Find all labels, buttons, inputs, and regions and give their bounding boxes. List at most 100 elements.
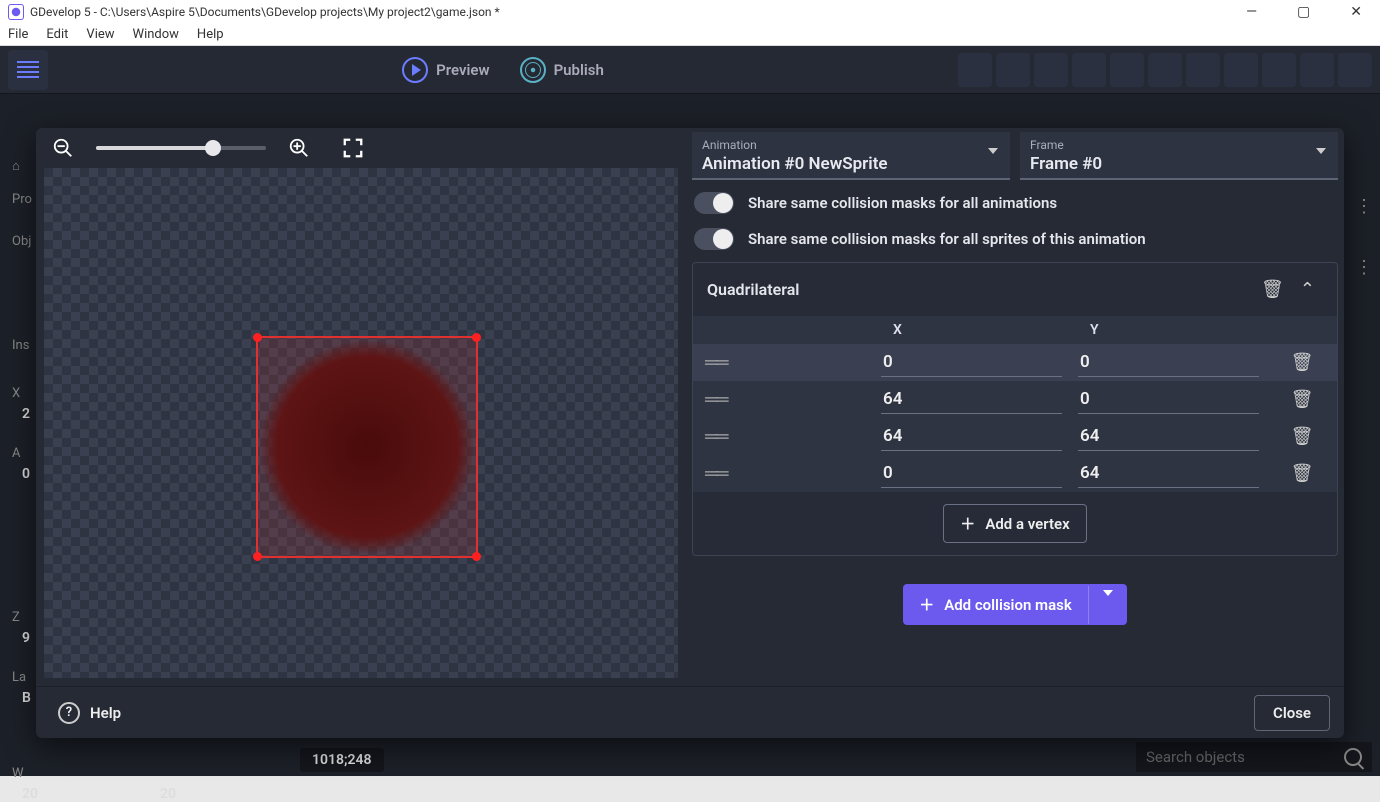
- home-icon[interactable]: ⌂: [12, 158, 20, 174]
- fit-screen-icon[interactable]: [342, 137, 364, 159]
- toolbar-tile-4[interactable]: [1072, 53, 1106, 87]
- side-val-z: 9: [22, 630, 30, 646]
- vertex-row: ══ 🗑: [693, 455, 1337, 492]
- side-label-w: W: [12, 766, 24, 781]
- side-val-la: B: [22, 690, 31, 706]
- add-mask-dropdown-button[interactable]: [1088, 586, 1127, 624]
- delete-vertex-button[interactable]: 🗑: [1267, 352, 1337, 373]
- add-vertex-button[interactable]: ＋ Add a vertex: [943, 504, 1086, 543]
- vertex-handle-br[interactable]: [472, 552, 481, 561]
- vertex-handle-tl[interactable]: [253, 333, 262, 342]
- search-objects-input[interactable]: Search objects: [1136, 742, 1372, 772]
- vertex-handle-bl[interactable]: [253, 552, 262, 561]
- project-manager-icon[interactable]: [8, 50, 48, 90]
- toolbar-tile-5[interactable]: [1110, 53, 1144, 87]
- share-all-animations-toggle[interactable]: [694, 192, 734, 214]
- share-all-sprites-label: Share same collision masks for all sprit…: [748, 230, 1146, 248]
- share-all-sprites-toggle[interactable]: [694, 228, 734, 250]
- menu-edit[interactable]: Edit: [46, 27, 68, 42]
- play-icon: [402, 57, 428, 83]
- globe-icon: [520, 57, 546, 83]
- animation-dropdown[interactable]: Animation Animation #0 NewSprite: [692, 132, 1010, 180]
- collapse-icon[interactable]: ⌃: [1292, 275, 1323, 304]
- animation-value: Animation #0 NewSprite: [702, 154, 1000, 174]
- frame-label: Frame: [1030, 138, 1328, 152]
- search-placeholder: Search objects: [1146, 748, 1245, 766]
- help-button[interactable]: ? Help: [50, 696, 129, 730]
- zoom-ratio-icon[interactable]: [1300, 53, 1334, 87]
- canvas-coords: 1018;248: [300, 748, 384, 772]
- add-collision-mask-button[interactable]: ＋ Add collision mask: [903, 584, 1127, 625]
- quadrilateral-panel: Quadrilateral 🗑 ⌃ X Y ══: [692, 262, 1338, 556]
- more-icon[interactable]: ⋮: [1355, 196, 1374, 217]
- minimize-button[interactable]: —: [1236, 4, 1267, 20]
- side-label-a: A: [12, 446, 20, 461]
- side-val-a: 0: [22, 466, 30, 482]
- vertex-y-input[interactable]: [1078, 422, 1259, 451]
- search-icon: [1344, 748, 1362, 766]
- menu-window[interactable]: Window: [133, 27, 179, 42]
- drag-handle-icon[interactable]: ══: [693, 463, 873, 484]
- menu-help[interactable]: Help: [197, 27, 224, 42]
- vertex-x-input[interactable]: [881, 422, 1062, 451]
- close-window-button[interactable]: ✕: [1340, 4, 1372, 20]
- add-mask-label: Add collision mask: [944, 596, 1072, 614]
- collision-mask-dialog: Animation Animation #0 NewSprite Frame F…: [36, 128, 1344, 738]
- zoom-out-icon[interactable]: [52, 137, 74, 159]
- grid-icon[interactable]: [1262, 53, 1296, 87]
- vertex-x-input[interactable]: [881, 385, 1062, 414]
- toolbar-tile-1[interactable]: [958, 53, 992, 87]
- vertex-row: ══ 🗑: [693, 418, 1337, 455]
- toolbar-tile-3[interactable]: [1034, 53, 1068, 87]
- drag-handle-icon[interactable]: ══: [693, 352, 873, 373]
- chevron-down-icon: [1103, 590, 1113, 614]
- maximize-button[interactable]: ▢: [1287, 4, 1320, 20]
- frame-dropdown[interactable]: Frame Frame #0: [1020, 132, 1338, 180]
- vertex-y-input[interactable]: [1078, 459, 1259, 488]
- vertex-y-input[interactable]: [1078, 348, 1259, 377]
- delete-vertex-button[interactable]: 🗑: [1267, 463, 1337, 484]
- add-vertex-label: Add a vertex: [985, 515, 1069, 533]
- publish-button[interactable]: Publish: [510, 51, 614, 89]
- toolbar-tile-2[interactable]: [996, 53, 1030, 87]
- side-label-obj: Obj: [12, 234, 31, 249]
- undo-icon[interactable]: [1148, 53, 1182, 87]
- menu-bar: File Edit View Window Help: [0, 24, 1380, 46]
- preview-button[interactable]: Preview: [392, 51, 499, 89]
- title-bar: GDevelop 5 - C:\Users\Aspire 5\Documents…: [0, 0, 1380, 24]
- toolbar-tile-8[interactable]: [1224, 53, 1258, 87]
- menu-view[interactable]: View: [86, 27, 114, 42]
- main-toolbar: Preview Publish: [0, 46, 1380, 94]
- column-x: X: [873, 322, 1070, 338]
- delete-vertex-button[interactable]: 🗑: [1267, 389, 1337, 410]
- vertex-y-input[interactable]: [1078, 385, 1259, 414]
- frame-value: Frame #0: [1030, 154, 1328, 174]
- sprite-circle: [261, 341, 473, 553]
- vertex-row: ══ 🗑: [693, 381, 1337, 418]
- zoom-in-icon[interactable]: [288, 137, 310, 159]
- zoom-slider[interactable]: [96, 146, 266, 150]
- drag-handle-icon[interactable]: ══: [693, 389, 873, 410]
- close-button[interactable]: Close: [1254, 695, 1330, 731]
- drag-handle-icon[interactable]: ══: [693, 426, 873, 447]
- collision-polygon[interactable]: [256, 336, 478, 558]
- column-y: Y: [1070, 322, 1267, 338]
- more-icon-2[interactable]: ⋮: [1355, 257, 1374, 278]
- vertex-row: ══ 🗑: [693, 344, 1337, 381]
- animation-label: Animation: [702, 138, 1000, 152]
- redo-icon[interactable]: [1186, 53, 1220, 87]
- chevron-down-icon: [1316, 148, 1326, 154]
- side-label-z: Z: [12, 610, 20, 625]
- vertex-handle-tr[interactable]: [472, 333, 481, 342]
- help-label: Help: [90, 704, 121, 722]
- panel-title: Quadrilateral: [707, 280, 1253, 299]
- settings-icon[interactable]: [1338, 53, 1372, 87]
- delete-vertex-button[interactable]: 🗑: [1267, 426, 1337, 447]
- side-val-w2: 20: [160, 786, 176, 802]
- delete-polygon-button[interactable]: 🗑: [1253, 275, 1292, 304]
- side-label-pro: Pro: [12, 192, 32, 207]
- collision-canvas[interactable]: [44, 168, 678, 678]
- vertex-x-input[interactable]: [881, 348, 1062, 377]
- menu-file[interactable]: File: [8, 27, 28, 42]
- vertex-x-input[interactable]: [881, 459, 1062, 488]
